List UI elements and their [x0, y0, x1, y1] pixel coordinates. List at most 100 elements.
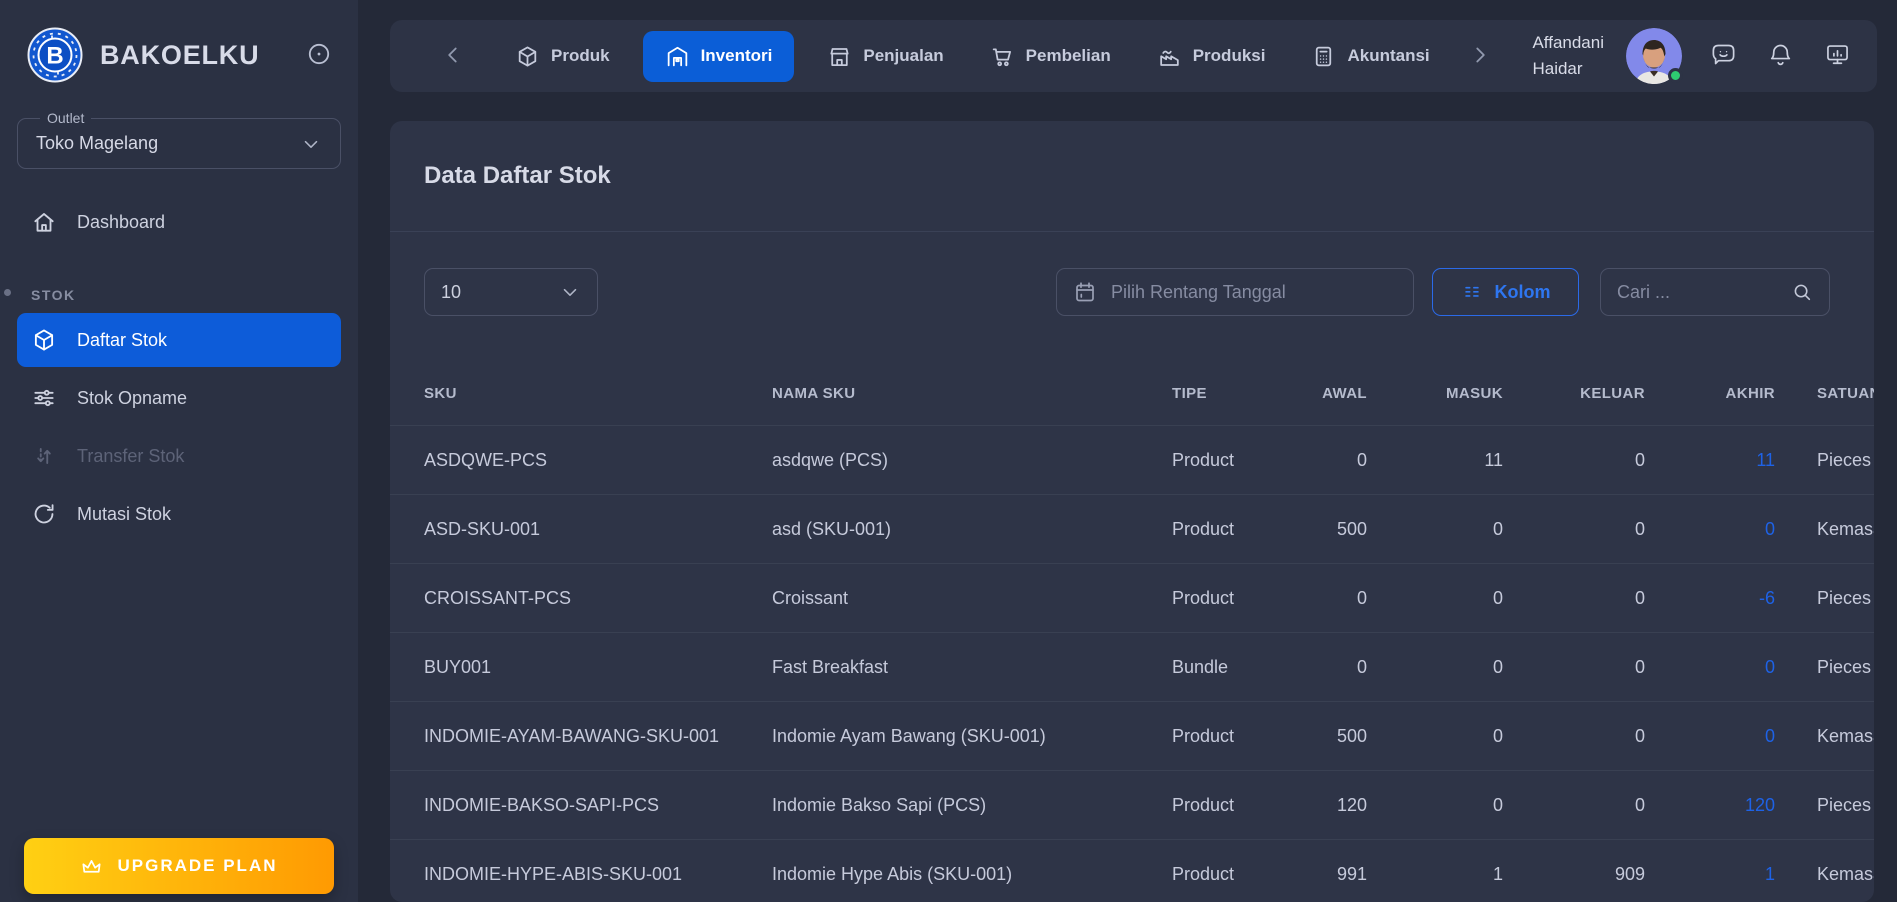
cell-tipe: Product	[1172, 449, 1235, 470]
daftar-stok-card: Data Daftar Stok 10 Kolom SK	[390, 121, 1874, 902]
bell-icon	[1770, 44, 1791, 66]
bakoelku-logo-icon: B	[27, 27, 83, 83]
cell-sku: INDOMIE-BAKSO-SAPI-PCS	[424, 794, 660, 815]
table-row[interactable]: ASD-SKU-001 asd (SKU-001) Product 500 0 0 0 Kem…	[390, 494, 1874, 563]
search-box	[1600, 268, 1830, 316]
nav-scroll-right-button[interactable]	[1467, 42, 1493, 71]
column-header-nama: NAMA SKU	[772, 384, 856, 402]
sidebar-item-daftar-stok[interactable]: Daftar Stok	[17, 313, 341, 367]
monitor-icon	[1827, 45, 1848, 65]
cell-akhir: 0	[1764, 518, 1775, 539]
search-input[interactable]	[1617, 281, 1781, 303]
tab-akuntansi[interactable]: Akuntansi	[1307, 31, 1433, 82]
cell-sku: BUY001	[424, 656, 492, 677]
nav-tabs: Produk Inventori Penjualan Pembelian Produks…	[492, 30, 1453, 82]
tab-label: Produk	[551, 46, 610, 65]
home-icon	[34, 213, 54, 232]
display-button[interactable]	[1824, 41, 1851, 71]
cell-tipe: Product	[1172, 518, 1235, 539]
cell-nama: Indomie Ayam Bawang (SKU-001)	[772, 725, 1046, 746]
page-title: Data Daftar Stok	[424, 162, 611, 189]
section-bullet	[4, 289, 11, 296]
column-header-tipe: TIPE	[1172, 384, 1207, 402]
cube-icon	[34, 329, 54, 351]
chevron-right-icon	[1476, 47, 1485, 62]
column-header-awal: AWAL	[1322, 384, 1367, 402]
table-row[interactable]: ASDQWE-PCS asdqwe (PCS) Product 0 11 0 11 Piece…	[390, 425, 1874, 494]
cell-awal: 0	[1356, 587, 1367, 608]
sidebar-item-label: Stok Opname	[77, 387, 188, 408]
calendar-icon	[1076, 282, 1094, 302]
cell-masuk: 0	[1492, 587, 1503, 608]
kolom-button[interactable]: Kolom	[1432, 268, 1579, 316]
sidebar-item-stok-opname[interactable]: Stok Opname	[17, 371, 341, 425]
cell-awal: 500	[1336, 725, 1367, 746]
tab-pembelian[interactable]: Pembelian	[986, 31, 1115, 82]
page-size-select[interactable]: 10	[424, 268, 598, 316]
cell-keluar: 0	[1634, 725, 1645, 746]
cell-akhir: 0	[1764, 656, 1775, 677]
sidebar-item-mutasi-stok[interactable]: Mutasi Stok	[17, 487, 341, 541]
cell-tipe: Product	[1172, 587, 1235, 608]
table-row[interactable]: INDOMIE-AYAM-BAWANG-SKU-001 Indomie Ayam …	[390, 701, 1874, 770]
card-header: Data Daftar Stok	[390, 121, 1874, 232]
cell-satuan: Kemasan	[1817, 518, 1874, 539]
svg-text:B: B	[46, 43, 63, 70]
cell-sku: ASDQWE-PCS	[424, 449, 548, 470]
notifications-button[interactable]	[1767, 41, 1794, 71]
sidebar-collapse-toggle[interactable]	[306, 41, 332, 70]
cell-awal: 500	[1336, 518, 1367, 539]
outlet-select[interactable]: Outlet Toko Magelang	[17, 110, 341, 169]
user-avatar[interactable]	[1626, 28, 1683, 84]
cart-icon	[992, 48, 1011, 66]
user-last-name: Haidar	[1532, 59, 1583, 78]
online-status-dot	[1668, 68, 1683, 83]
cell-sku: INDOMIE-HYPE-ABIS-SKU-001	[424, 863, 683, 884]
upgrade-plan-button[interactable]: UPGRADE PLAN	[24, 838, 334, 894]
table-row[interactable]: INDOMIE-HYPE-ABIS-SKU-001 Indomie Hype Ab…	[390, 839, 1874, 902]
table-row[interactable]: CROISSANT-PCS Croissant Product 0 0 0 -6 Pieces	[390, 563, 1874, 632]
messages-button[interactable]	[1710, 41, 1737, 71]
cell-satuan: Pieces	[1817, 656, 1872, 677]
sidebar-stok-group: Daftar Stok Stok Opname Transfer Stok Mutas…	[0, 313, 358, 541]
cell-satuan: Kemasan	[1817, 863, 1874, 884]
tab-inventori[interactable]: Inventori	[642, 30, 795, 82]
sidebar-item-label: Mutasi Stok	[77, 503, 172, 524]
table-row[interactable]: INDOMIE-BAKSO-SAPI-PCS Indomie Bakso Sapi…	[390, 770, 1874, 839]
tab-penjualan[interactable]: Penjualan	[823, 31, 947, 82]
brand-row: B BAKOELKU	[0, 0, 358, 84]
upgrade-plan-label: UPGRADE PLAN	[117, 856, 278, 875]
tab-label: Produksi	[1192, 46, 1266, 65]
sliders-icon	[34, 389, 54, 407]
cell-awal: 0	[1356, 656, 1367, 677]
outlet-value: Toko Magelang	[36, 133, 159, 153]
cell-masuk: 11	[1484, 449, 1503, 470]
sidebar-item-dashboard[interactable]: Dashboard	[17, 195, 341, 249]
cell-nama: asdqwe (PCS)	[772, 449, 889, 470]
cell-keluar: 0	[1634, 794, 1645, 815]
column-header-keluar: KELUAR	[1580, 384, 1645, 402]
cell-masuk: 1	[1492, 863, 1503, 884]
cell-akhir: 1	[1764, 863, 1775, 884]
table-row[interactable]: BUY001 Fast Breakfast Bundle 0 0 0 0 Pieces	[390, 632, 1874, 701]
tab-produk[interactable]: Produk	[511, 31, 614, 82]
cell-sku: ASD-SKU-001	[424, 518, 541, 539]
sidebar-item-transfer-stok[interactable]: Transfer Stok	[17, 429, 341, 483]
store-icon	[830, 47, 849, 66]
date-range-picker[interactable]	[1056, 268, 1414, 316]
date-range-input[interactable]	[1111, 281, 1397, 303]
factory-icon	[1160, 50, 1179, 66]
cell-masuk: 0	[1492, 656, 1503, 677]
cell-akhir: 120	[1744, 794, 1775, 815]
tab-produksi[interactable]: Produksi	[1153, 31, 1270, 82]
cell-nama: Fast Breakfast	[772, 656, 889, 677]
cube-icon	[518, 45, 537, 67]
cell-awal: 991	[1336, 863, 1367, 884]
cell-satuan: Pieces	[1817, 449, 1872, 470]
crown-icon	[82, 859, 101, 873]
cell-nama: Indomie Hype Abis (SKU-001)	[772, 863, 1013, 884]
column-header-masuk: MASUK	[1446, 384, 1503, 402]
cell-tipe: Bundle	[1172, 656, 1229, 677]
tab-label: Pembelian	[1025, 46, 1111, 65]
nav-scroll-left-button[interactable]	[440, 42, 466, 71]
